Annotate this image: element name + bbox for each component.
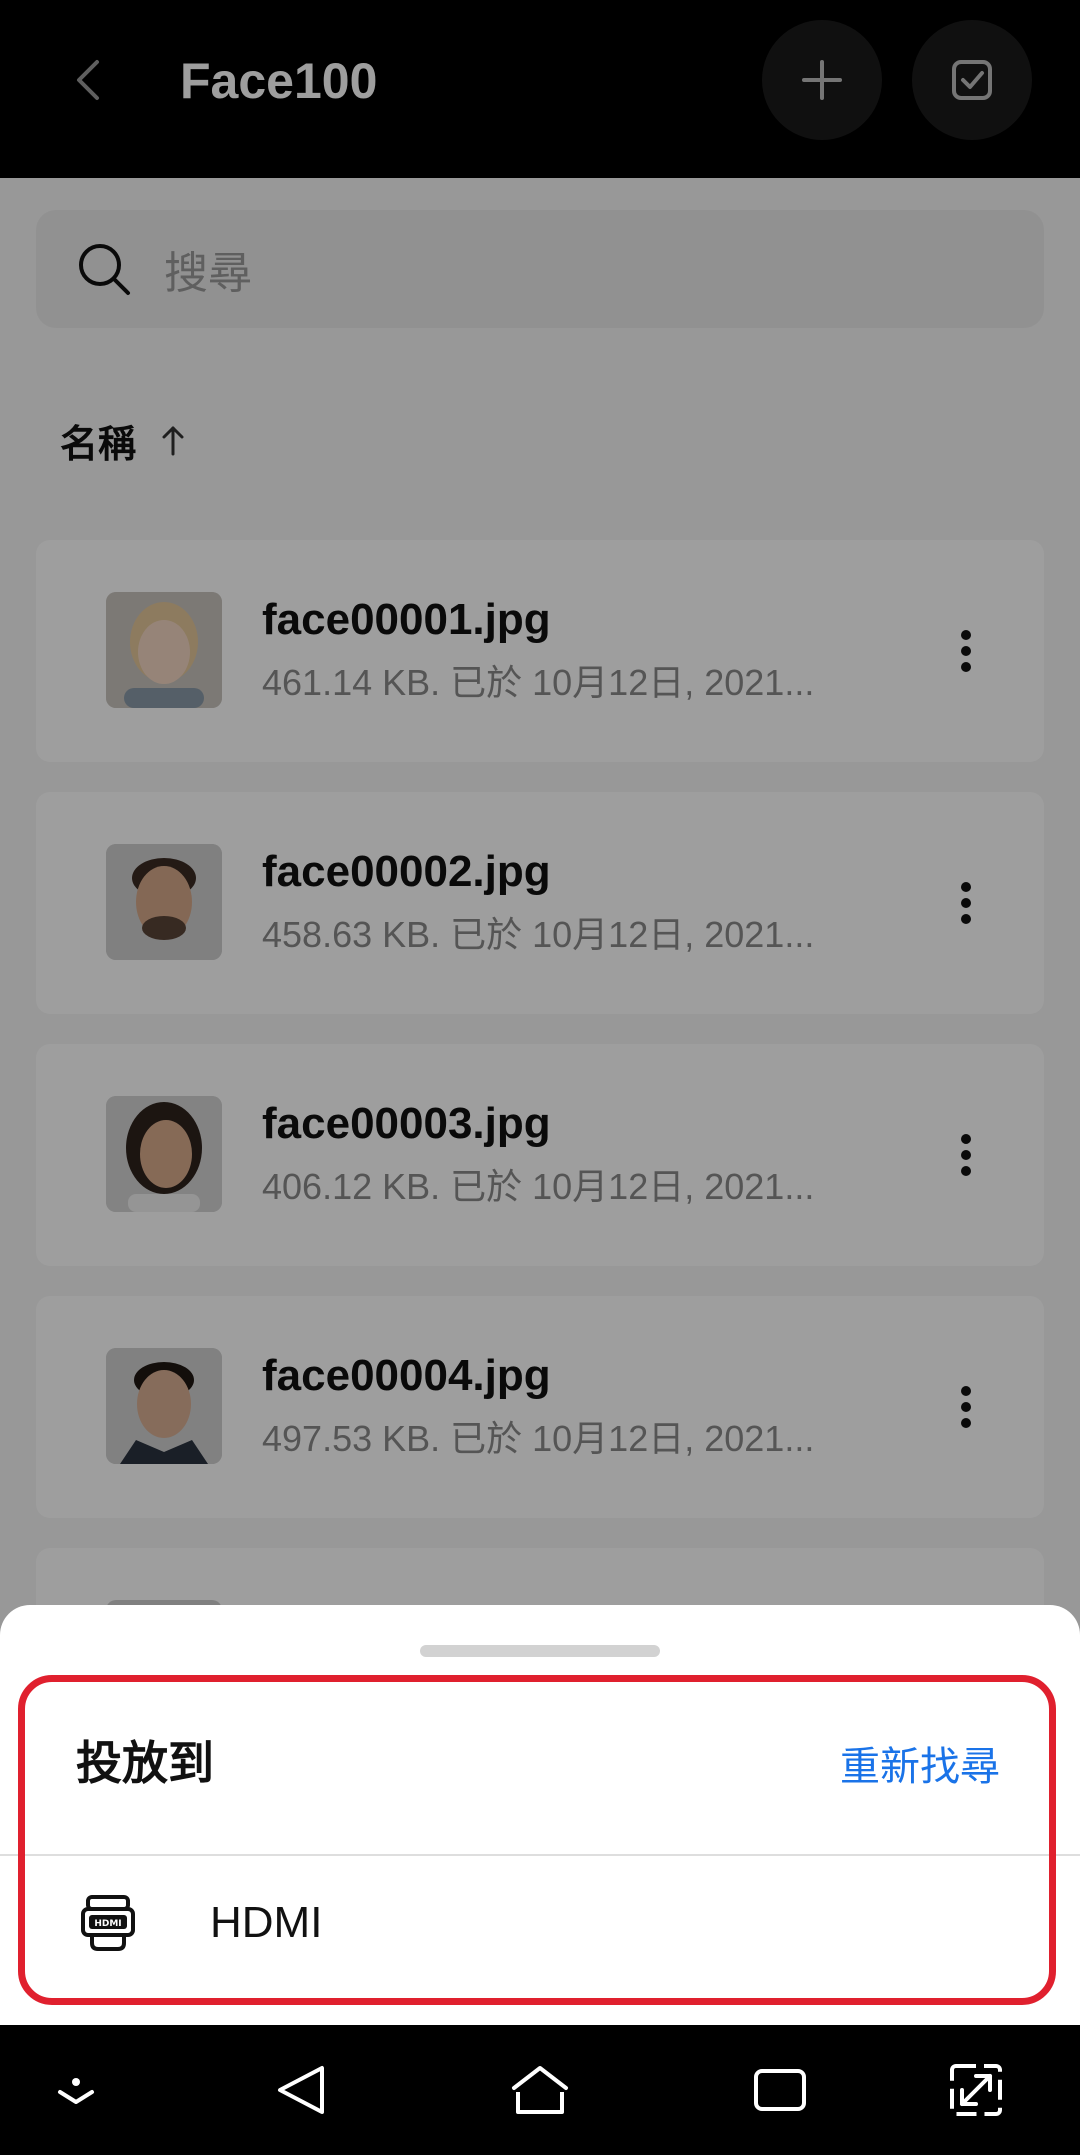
home-icon bbox=[512, 2066, 568, 2114]
recents-icon bbox=[754, 2069, 806, 2111]
home-nav-button[interactable] bbox=[500, 2055, 580, 2125]
hide-keyboard-icon bbox=[58, 2078, 94, 2104]
screenshot-button[interactable] bbox=[936, 2055, 1016, 2125]
highlight-outline bbox=[18, 1675, 1056, 2005]
drag-handle[interactable] bbox=[420, 1645, 660, 1657]
system-nav-bar bbox=[0, 2025, 1080, 2155]
back-nav-button[interactable] bbox=[262, 2055, 342, 2125]
recents-nav-button[interactable] bbox=[740, 2055, 820, 2125]
back-icon bbox=[278, 2066, 324, 2114]
hide-keyboard-button[interactable] bbox=[36, 2055, 116, 2125]
cast-bottom-sheet: 投放到 重新找尋 HDMI HDMI bbox=[0, 1605, 1080, 2025]
screenshot-expand-icon bbox=[950, 2064, 1002, 2116]
